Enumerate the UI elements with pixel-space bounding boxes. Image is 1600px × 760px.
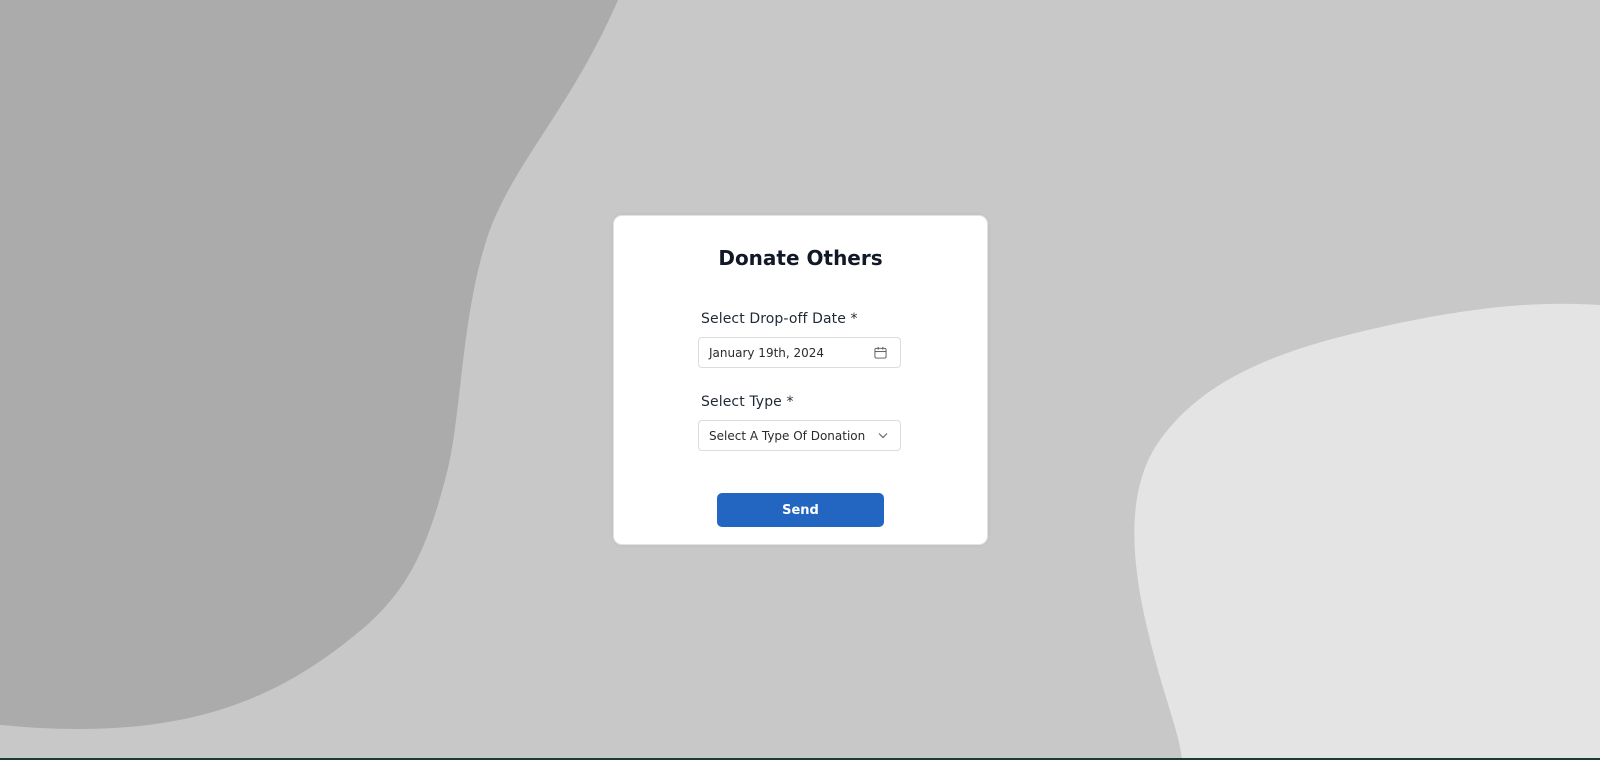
send-button[interactable]: Send — [717, 493, 884, 527]
chevron-down-icon — [878, 433, 888, 439]
donation-type-select[interactable]: Select A Type Of Donation — [698, 420, 901, 451]
drop-off-date-value: January 19th, 2024 — [709, 346, 825, 360]
calendar-icon[interactable] — [874, 346, 887, 359]
background-blob-right — [1134, 303, 1600, 760]
page-background: Donate Others Select Drop-off Date * Jan… — [0, 0, 1600, 760]
donation-form-card: Donate Others Select Drop-off Date * Jan… — [613, 215, 988, 545]
drop-off-date-input[interactable]: January 19th, 2024 — [698, 337, 901, 368]
donation-type-label: Select Type * — [701, 394, 794, 410]
background-blob-left — [0, 0, 618, 729]
drop-off-date-label: Select Drop-off Date * — [701, 311, 858, 327]
donation-type-placeholder: Select A Type Of Donation — [709, 429, 866, 443]
form-title: Donate Others — [718, 246, 883, 270]
